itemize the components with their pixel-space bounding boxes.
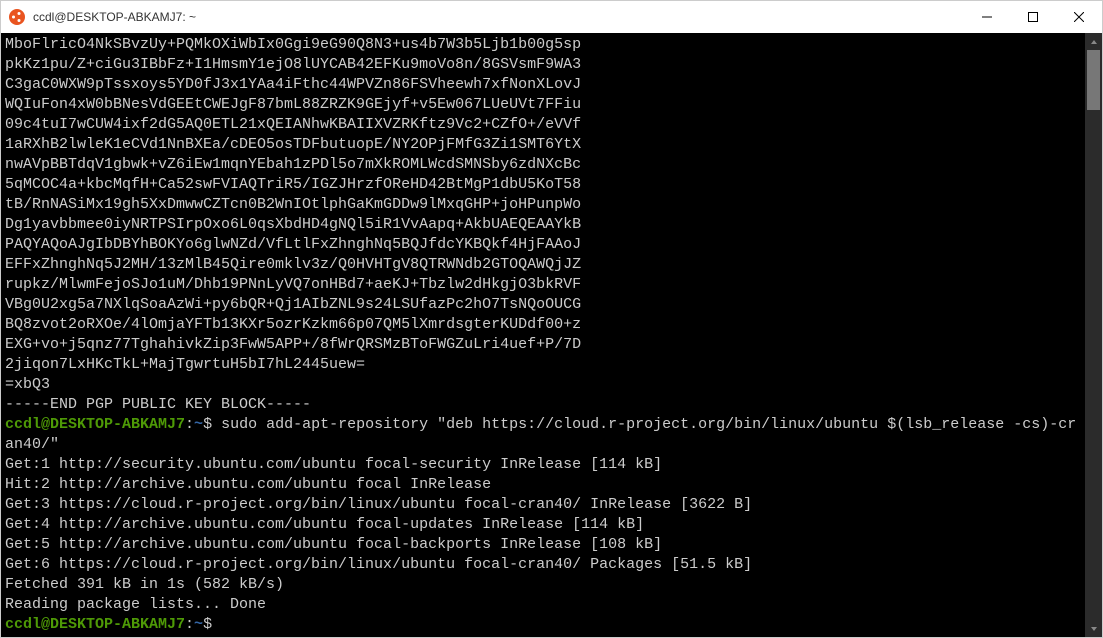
terminal-window: ccdl@DESKTOP-ABKAMJ7: ~ MboFlricO4NkSBvz… (0, 0, 1103, 638)
pgp-key-line: tB/RnNASiMx19gh5XxDmwwCZTcn0B2WnIOtlphGa… (5, 195, 1081, 215)
close-button[interactable] (1056, 1, 1102, 33)
maximize-button[interactable] (1010, 1, 1056, 33)
pgp-key-line: 09c4tuI7wCUW4ixf2dG5AQ0ETL21xQEIANhwKBAI… (5, 115, 1081, 135)
pgp-key-line: pkKz1pu/Z+ciGu3IBbFz+I1HmsmY1ejO8lUYCAB4… (5, 55, 1081, 75)
pgp-key-line: BQ8zvot2oRXOe/4lOmjaYFTb13KXr5ozrKzkm66p… (5, 315, 1081, 335)
pgp-key-line: 2jiqon7LxHKcTkL+MajTgwrtuH5bI7hL2445uew= (5, 355, 1081, 375)
output-line: Get:5 http://archive.ubuntu.com/ubuntu f… (5, 535, 1081, 555)
prompt-line: ccdl@DESKTOP-ABKAMJ7:~$ sudo add-apt-rep… (5, 415, 1081, 455)
pgp-key-line: MboFlricO4NkSBvzUy+PQMkOXiWbIx0Ggi9eG90Q… (5, 35, 1081, 55)
pgp-key-line: WQIuFon4xW0bBNesVdGEEtCWEJgF87bmL88ZRZK9… (5, 95, 1081, 115)
output-line: Reading package lists... Done (5, 595, 1081, 615)
terminal-area[interactable]: MboFlricO4NkSBvzUy+PQMkOXiWbIx0Ggi9eG90Q… (1, 33, 1102, 637)
prompt-line: ccdl@DESKTOP-ABKAMJ7:~$ (5, 615, 1081, 635)
scroll-up-button[interactable] (1085, 33, 1102, 50)
pgp-key-line: 1aRXhB2lwleK1eCVd1NnBXEa/cDEO5osTDFbutuo… (5, 135, 1081, 155)
pgp-key-line: C3gaC0WXW9pTssxoys5YD0fJ3x1YAa4iFthc44WP… (5, 75, 1081, 95)
scroll-down-button[interactable] (1085, 620, 1102, 637)
window-title: ccdl@DESKTOP-ABKAMJ7: ~ (33, 10, 964, 24)
output-line: Get:1 http://security.ubuntu.com/ubuntu … (5, 455, 1081, 475)
output-line: Get:6 https://cloud.r-project.org/bin/li… (5, 555, 1081, 575)
pgp-key-line: Dg1yavbbmee0iyNRTPSIrpOxo6L0qsXbdHD4gNQl… (5, 215, 1081, 235)
pgp-key-line: nwAVpBBTdqV1gbwk+vZ6iEw1mqnYEbah1zPDl5o7… (5, 155, 1081, 175)
minimize-button[interactable] (964, 1, 1010, 33)
title-bar: ccdl@DESKTOP-ABKAMJ7: ~ (1, 1, 1102, 33)
scroll-track[interactable] (1085, 50, 1102, 620)
output-line: Get:4 http://archive.ubuntu.com/ubuntu f… (5, 515, 1081, 535)
pgp-key-line: EFFxZhnghNq5J2MH/13zMlB45Qire0mklv3z/Q0H… (5, 255, 1081, 275)
pgp-key-line: =xbQ3 (5, 375, 1081, 395)
output-line: Get:3 https://cloud.r-project.org/bin/li… (5, 495, 1081, 515)
prompt-user: ccdl@DESKTOP-ABKAMJ7 (5, 416, 185, 433)
pgp-key-line: -----END PGP PUBLIC KEY BLOCK----- (5, 395, 1081, 415)
pgp-key-line: EXG+vo+j5qnz77TghahivkZip3FwW5APP+/8fWrQ… (5, 335, 1081, 355)
scroll-thumb[interactable] (1087, 50, 1100, 110)
prompt-path: ~ (194, 616, 203, 633)
scrollbar[interactable] (1085, 33, 1102, 637)
pgp-key-line: PAQYAQoAJgIbDBYhBOKYo6glwNZd/VfLtlFxZhng… (5, 235, 1081, 255)
prompt-user: ccdl@DESKTOP-ABKAMJ7 (5, 616, 185, 633)
terminal-content[interactable]: MboFlricO4NkSBvzUy+PQMkOXiWbIx0Ggi9eG90Q… (1, 33, 1085, 637)
ubuntu-icon (9, 9, 25, 25)
pgp-key-line: rupkz/MlwmFejoSJo1uM/Dhb19PNnLyVQ7onHBd7… (5, 275, 1081, 295)
pgp-key-line: VBg0U2xg5a7NXlqSoaAzWi+py6bQR+Qj1AIbZNL9… (5, 295, 1081, 315)
window-controls (964, 1, 1102, 33)
output-line: Fetched 391 kB in 1s (582 kB/s) (5, 575, 1081, 595)
pgp-key-line: 5qMCOC4a+kbcMqfH+Ca52swFVIAQTriR5/IGZJHr… (5, 175, 1081, 195)
prompt-path: ~ (194, 416, 203, 433)
output-line: Hit:2 http://archive.ubuntu.com/ubuntu f… (5, 475, 1081, 495)
